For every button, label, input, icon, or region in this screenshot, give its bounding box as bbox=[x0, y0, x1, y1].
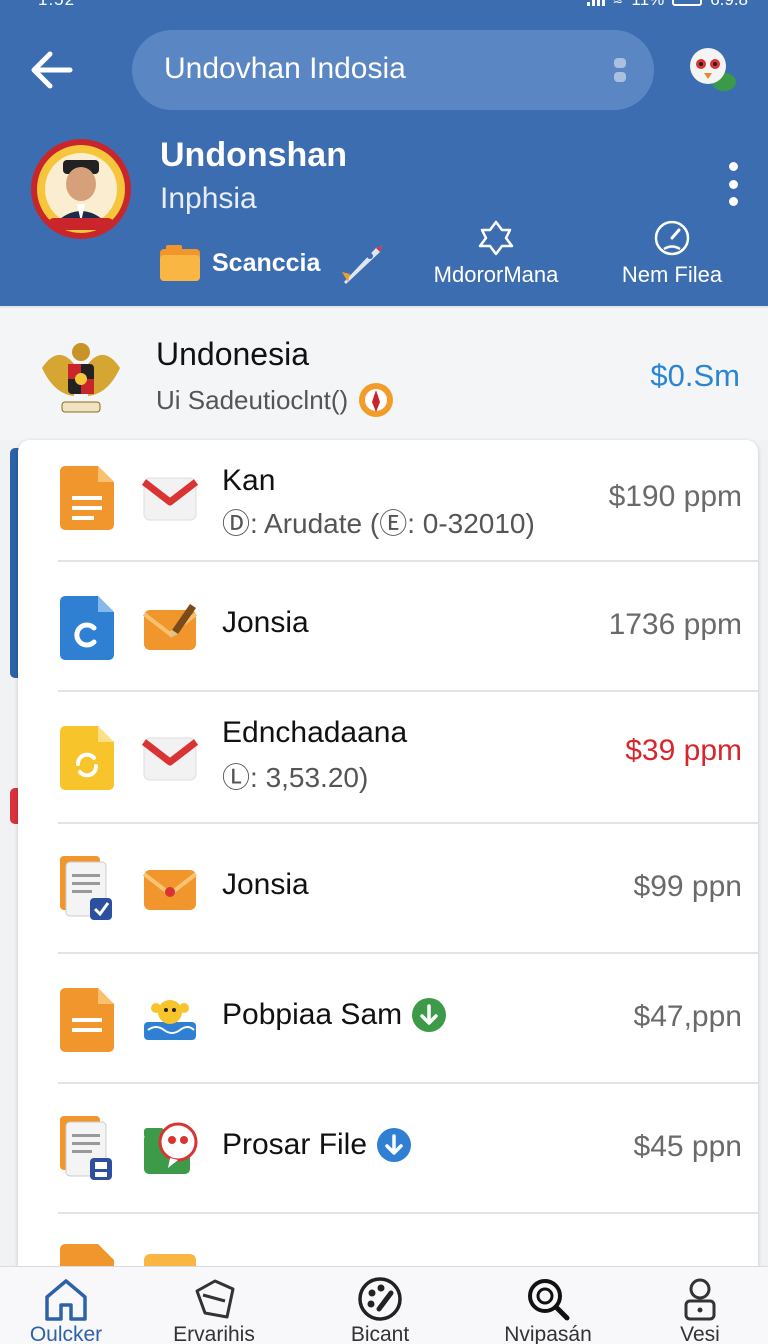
phone-document-icon bbox=[60, 596, 114, 660]
more-options-icon[interactable] bbox=[724, 162, 742, 206]
file-price: 1736 ppm bbox=[608, 608, 742, 641]
portrait-badge-icon bbox=[31, 139, 131, 239]
nav-tab-ervarihis[interactable]: Ervarihis bbox=[144, 1277, 284, 1344]
tag-icon bbox=[195, 1279, 235, 1319]
file-row[interactable]: Pobpiaa Sam $47,ppn bbox=[18, 954, 758, 1084]
file-row[interactable]: Prosar File $45 ppn bbox=[18, 1084, 758, 1214]
gauge-icon bbox=[654, 220, 690, 256]
file-row[interactable]: Jonsia $99 ppn bbox=[18, 824, 758, 954]
sync-document-icon bbox=[60, 726, 114, 790]
file-name: Kan bbox=[222, 464, 276, 497]
character-icon bbox=[144, 1000, 196, 1040]
header-action-mdorormana[interactable]: MdororMana bbox=[416, 218, 576, 288]
file-name: Jonsia bbox=[222, 868, 309, 901]
mascot-avatar[interactable] bbox=[684, 42, 740, 98]
bottom-navigation: Oulcker Ervarihis Bicant Nvipasán Vesi bbox=[0, 1266, 768, 1344]
download-badge-icon[interactable] bbox=[377, 1128, 412, 1162]
file-meta: 3,53.20) bbox=[265, 762, 369, 793]
search-input[interactable]: Undovhan Indosia bbox=[164, 52, 406, 86]
signal-icon bbox=[586, 0, 605, 6]
scan-action[interactable]: Scanccia bbox=[160, 242, 386, 284]
country-name: Undonesia bbox=[156, 336, 309, 372]
saved-document-icon bbox=[60, 1116, 112, 1180]
file-name: Prosar File bbox=[222, 1128, 368, 1161]
channel-subtitle: Inphsia bbox=[160, 182, 257, 215]
nav-label: Ervarihis bbox=[173, 1323, 255, 1344]
nav-tab-nvipasan[interactable]: Nvipasán bbox=[478, 1277, 618, 1344]
app-header: 1:52 ≋ 11% 6.9.8 Undovhan Indosia bbox=[0, 0, 768, 306]
edit-envelope-icon bbox=[142, 604, 198, 650]
nav-label: Vesi bbox=[680, 1323, 720, 1344]
file-meta-prefix: Ⓓ: bbox=[222, 508, 258, 539]
folder-icon bbox=[160, 245, 200, 281]
bird-mascot-icon bbox=[690, 48, 736, 91]
file-meta: Arudate (Ⓔ: 0-32010) bbox=[264, 508, 535, 539]
country-summary[interactable]: Undonesia Ui Sadeutioclnt() $0.Sm bbox=[0, 306, 768, 440]
nav-label: Nvipasán bbox=[504, 1323, 592, 1344]
pin-badge-icon bbox=[359, 383, 394, 417]
nav-tab-vesi[interactable]: Vesi bbox=[630, 1277, 768, 1344]
file-price: $45 ppn bbox=[633, 1130, 742, 1163]
download-badge-icon[interactable] bbox=[412, 998, 447, 1032]
file-list: Kan Ⓓ: Arudate (Ⓔ: 0-32010) $190 ppm Jon… bbox=[18, 440, 758, 1280]
status-right-text: 6.9.8 bbox=[710, 0, 748, 10]
channel-emblem bbox=[30, 138, 132, 240]
status-time: 1:52 bbox=[38, 0, 75, 10]
nav-tab-oulcker[interactable]: Oulcker bbox=[0, 1277, 136, 1344]
file-meta-prefix: Ⓛ: bbox=[222, 762, 258, 793]
envelope-icon bbox=[142, 477, 198, 521]
header-action-nem-filea[interactable]: Nem Filea bbox=[592, 218, 752, 288]
nav-tab-bicant[interactable]: Bicant bbox=[310, 1277, 450, 1344]
back-button[interactable] bbox=[26, 44, 78, 96]
battery-percent: 11% bbox=[631, 0, 664, 10]
nav-label: Oulcker bbox=[29, 1323, 103, 1344]
search-icon bbox=[528, 1279, 570, 1321]
verified-document-icon bbox=[60, 856, 112, 920]
file-row[interactable]: Kan Ⓓ: Arudate (Ⓔ: 0-32010) $190 ppm bbox=[18, 440, 758, 562]
file-price: $99 ppn bbox=[633, 870, 742, 903]
arrow-left-icon bbox=[31, 51, 73, 89]
garuda-emblem-icon bbox=[42, 343, 120, 413]
file-price: $39 ppm bbox=[625, 734, 742, 767]
document-icon bbox=[60, 466, 114, 530]
file-name: Pobpiaa Sam bbox=[222, 998, 403, 1031]
rocket-icon bbox=[342, 246, 383, 284]
file-row[interactable]: Ednchadaana Ⓛ: 3,53.20) $39 ppm bbox=[18, 692, 758, 824]
file-name: Jonsia bbox=[222, 606, 309, 639]
network-icon bbox=[478, 220, 514, 256]
document-icon bbox=[60, 988, 114, 1052]
country-price: $0.Sm bbox=[650, 358, 740, 393]
nav-label: Bicant bbox=[350, 1323, 410, 1344]
file-name: Ednchadaana bbox=[222, 716, 408, 749]
scan-action-label: Scanccia bbox=[212, 248, 321, 277]
palette-icon bbox=[358, 1277, 402, 1321]
battery-icon bbox=[672, 0, 703, 6]
search-options-icon[interactable] bbox=[614, 58, 628, 82]
envelope-icon bbox=[142, 737, 198, 781]
channel-title: Undonshan bbox=[160, 136, 347, 174]
file-price: $190 ppm bbox=[608, 480, 742, 513]
user-lock-icon bbox=[684, 1278, 716, 1321]
mdorormana-label: MdororMana bbox=[433, 262, 559, 287]
chat-folder-icon bbox=[144, 1122, 198, 1174]
nem-filea-label: Nem Filea bbox=[621, 262, 723, 287]
envelope-icon bbox=[142, 870, 198, 910]
home-icon bbox=[45, 1279, 87, 1321]
status-bar: 1:52 ≋ 11% 6.9.8 bbox=[0, 0, 768, 12]
wifi-icon: ≋ bbox=[613, 0, 624, 8]
file-row[interactable]: Jonsia 1736 ppm bbox=[18, 562, 758, 692]
country-subtitle: Ui Sadeutioclnt() bbox=[156, 384, 349, 415]
file-price: $47,ppn bbox=[633, 1000, 742, 1033]
search-bar[interactable]: Undovhan Indosia bbox=[132, 30, 654, 110]
